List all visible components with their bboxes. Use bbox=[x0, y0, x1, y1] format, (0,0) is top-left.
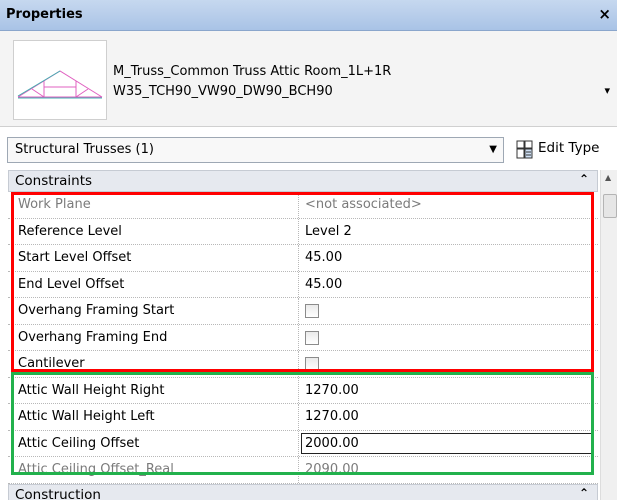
property-row-attic-wall-height-right[interactable]: Attic Wall Height Right 1270.00 bbox=[8, 377, 598, 404]
property-row-work-plane: Work Plane <not associated> bbox=[8, 192, 598, 219]
property-value: 2090.00 bbox=[298, 457, 594, 483]
property-value: <not associated> bbox=[298, 192, 594, 218]
property-name: Attic Ceiling Offset_Real bbox=[18, 462, 174, 477]
property-row-reference-level[interactable]: Reference Level Level 2 bbox=[8, 218, 598, 245]
type-name: M_Truss_Common Truss Attic Room_1L+1R W3… bbox=[113, 62, 391, 102]
edit-type-icon bbox=[516, 140, 533, 159]
edit-type-label: Edit Type bbox=[538, 140, 600, 156]
edit-type-button[interactable]: Edit Type bbox=[514, 137, 614, 163]
truss-preview-icon bbox=[13, 40, 107, 120]
property-row-cantilever[interactable]: Cantilever bbox=[8, 351, 598, 378]
property-value-cell bbox=[298, 324, 594, 350]
property-value-cell bbox=[298, 298, 594, 324]
section-constraints[interactable]: Constraints ⌃ bbox=[8, 170, 598, 192]
cantilever-checkbox[interactable] bbox=[305, 357, 319, 371]
close-icon[interactable]: × bbox=[598, 5, 611, 23]
property-value[interactable]: 1270.00 bbox=[298, 377, 594, 403]
property-value-cell bbox=[298, 351, 594, 377]
property-value[interactable]: 1270.00 bbox=[298, 404, 594, 430]
property-value-cell: 2000.00 bbox=[298, 430, 594, 456]
property-name: Attic Ceiling Offset bbox=[18, 435, 140, 451]
property-value[interactable]: Level 2 bbox=[298, 218, 594, 244]
property-name: End Level Offset bbox=[18, 276, 125, 292]
instance-filter-value: Structural Trusses (1) bbox=[15, 142, 154, 157]
section-construction[interactable]: Construction ⌃ bbox=[8, 483, 598, 500]
scrollbar[interactable]: ▲ bbox=[600, 170, 617, 500]
property-value[interactable]: 45.00 bbox=[298, 271, 594, 297]
panel-title: Properties bbox=[6, 7, 83, 22]
dropdown-arrow-icon[interactable]: ▼ bbox=[489, 144, 497, 155]
overhang-framing-start-checkbox[interactable] bbox=[305, 304, 319, 318]
property-row-overhang-framing-start[interactable]: Overhang Framing Start bbox=[8, 298, 598, 325]
collapse-icon[interactable]: ⌃ bbox=[579, 172, 589, 186]
overhang-framing-end-checkbox[interactable] bbox=[305, 330, 319, 345]
property-name: Start Level Offset bbox=[18, 250, 132, 265]
property-name: Overhang Framing Start bbox=[18, 303, 175, 318]
section-construction-label: Construction bbox=[15, 486, 101, 500]
scroll-up-icon[interactable]: ▲ bbox=[605, 173, 611, 182]
property-row-attic-ceiling-offset-real: Attic Ceiling Offset_Real 2090.00 bbox=[8, 457, 598, 484]
property-name: Overhang Framing End bbox=[18, 329, 168, 345]
properties-titlebar: Properties × bbox=[0, 0, 617, 31]
type-selector[interactable]: M_Truss_Common Truss Attic Room_1L+1R W3… bbox=[0, 31, 617, 127]
property-row-attic-wall-height-left[interactable]: Attic Wall Height Left 1270.00 bbox=[8, 404, 598, 431]
family-name: M_Truss_Common Truss Attic Room_1L+1R bbox=[113, 64, 392, 79]
scrollbar-thumb[interactable] bbox=[603, 194, 617, 218]
property-name: Reference Level bbox=[18, 223, 122, 239]
instance-filter-dropdown[interactable]: Structural Trusses (1) ▼ bbox=[7, 137, 504, 163]
section-constraints-label: Constraints bbox=[15, 173, 93, 189]
property-row-overhang-framing-end[interactable]: Overhang Framing End bbox=[8, 324, 598, 351]
property-name: Attic Wall Height Left bbox=[18, 409, 155, 424]
property-row-start-level-offset[interactable]: Start Level Offset 45.00 bbox=[8, 245, 598, 272]
property-value[interactable]: 45.00 bbox=[298, 245, 594, 271]
attic-ceiling-offset-input[interactable]: 2000.00 bbox=[301, 432, 592, 454]
chevron-down-icon[interactable]: ▾ bbox=[604, 84, 610, 97]
collapse-icon[interactable]: ⌃ bbox=[579, 486, 589, 500]
type-variant: W35_TCH90_VW90_DW90_BCH90 bbox=[113, 84, 333, 99]
property-row-attic-ceiling-offset[interactable]: Attic Ceiling Offset 2000.00 bbox=[8, 430, 598, 457]
property-name: Cantilever bbox=[18, 356, 85, 371]
property-name: Work Plane bbox=[18, 197, 91, 212]
property-name: Attic Wall Height Right bbox=[18, 382, 165, 398]
property-row-end-level-offset[interactable]: End Level Offset 45.00 bbox=[8, 271, 598, 298]
properties-grid: Constraints ⌃ Work Plane <not associated… bbox=[8, 170, 598, 500]
